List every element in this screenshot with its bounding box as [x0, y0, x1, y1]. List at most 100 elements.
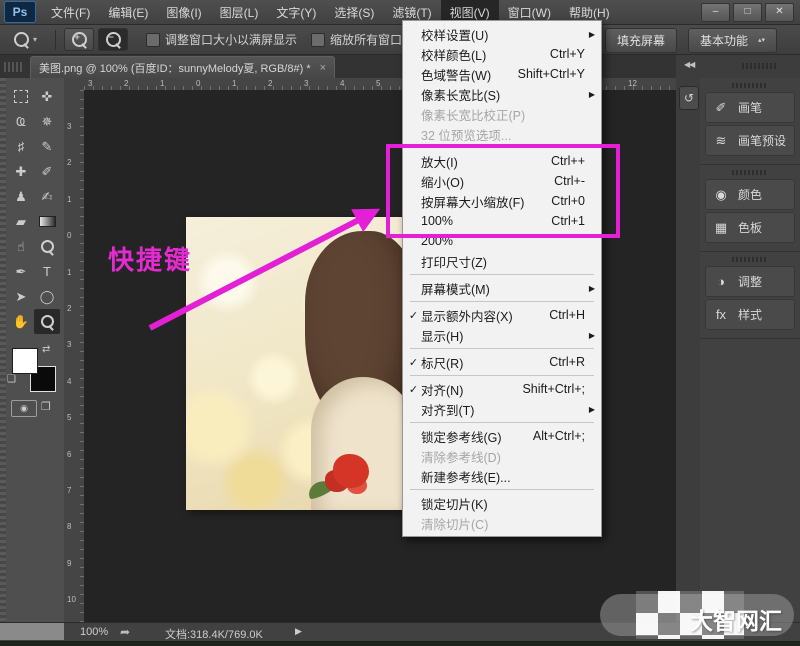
view-menu-item[interactable]: 打印尺寸(Z) — [403, 251, 601, 271]
zoom-out-button[interactable]: − — [98, 28, 128, 51]
healing-brush-button[interactable]: ✚ — [8, 159, 34, 184]
color-panel-button[interactable]: ◉颜色 — [705, 179, 795, 210]
clone-stamp-button[interactable]: ♟ — [8, 184, 34, 209]
hand-tool-button[interactable]: ✋ — [8, 309, 34, 334]
eyedropper-button[interactable]: ✎ — [34, 134, 60, 159]
smudge-button[interactable]: ☝ — [8, 234, 34, 259]
options-bar: ▾ + − 调整窗口大小以满屏显示缩放所有窗口✓ 填充屏幕 基本功能 ▴▾ — [0, 25, 800, 55]
screen-mode-button[interactable]: ❐ — [41, 400, 51, 413]
brush-presets-icon: ≋ — [713, 133, 729, 149]
move-tool-button[interactable]: ✜ — [34, 84, 60, 109]
collapse-panels-icon[interactable]: ◀◀ — [684, 60, 694, 69]
view-menu-item[interactable]: 锁定切片(K) — [403, 493, 601, 513]
view-menu-item[interactable]: ✓标尺(R)Ctrl+R — [403, 352, 601, 372]
magic-wand-button[interactable]: ✵ — [34, 109, 60, 134]
history-panel-icon[interactable]: ↺ — [679, 86, 699, 110]
crop-tool-icon: ♯ — [18, 139, 25, 154]
ellipse-button[interactable]: ◯ — [34, 284, 60, 309]
export-icon[interactable]: ➦ — [120, 625, 130, 639]
swap-colors-icon[interactable]: ⇄ — [42, 344, 50, 355]
menubar-item[interactable]: 图层(L) — [211, 0, 268, 25]
ruler-number: 2 — [67, 158, 71, 167]
ruler-number: 2 — [67, 304, 71, 313]
healing-brush-icon: ✚ — [16, 164, 27, 180]
panel-drag-handle[interactable] — [732, 83, 768, 88]
view-menu-item[interactable]: 屏幕模式(M) ▶ — [403, 278, 601, 298]
swatches-panel-button[interactable]: ▦色板 — [705, 212, 795, 243]
menu-item-label: 屏幕模式(M) — [421, 279, 579, 298]
rect-marquee-button[interactable] — [8, 84, 34, 109]
checkbox[interactable] — [311, 33, 325, 47]
checkmark-icon: ✓ — [406, 309, 421, 322]
zoom-tool-button[interactable] — [34, 309, 60, 334]
dodge-button[interactable] — [34, 234, 60, 259]
tab-close-icon[interactable]: × — [320, 62, 326, 74]
panel-drag-handle[interactable] — [732, 257, 768, 262]
collapsed-panel-strip: ↺ — [676, 78, 701, 622]
view-menu-item[interactable]: 校样设置(U)▶ — [403, 24, 601, 44]
foreground-color-swatch[interactable] — [12, 348, 38, 374]
minimize-button[interactable]: – — [701, 3, 730, 22]
adjustments-panel-button[interactable]: ◑调整 — [705, 266, 795, 297]
lasso-tool-icon: Ҩ — [16, 114, 26, 129]
menu-item-shortcut: Alt+Ctrl+; — [533, 429, 585, 443]
document-tab[interactable]: 美图.png @ 100% (百度ID：sunnyMelody夏, RGB/8#… — [30, 56, 335, 79]
zoom-level-field[interactable]: 100% — [80, 626, 108, 638]
view-menu-item[interactable]: 锁定参考线(G)Alt+Ctrl+; — [403, 426, 601, 446]
ruler-number: 0 — [67, 231, 71, 240]
submenu-arrow-icon: ▶ — [585, 405, 595, 414]
history-brush-button[interactable]: ✍ — [34, 184, 60, 209]
ellipse-icon: ◯ — [40, 289, 55, 305]
eraser-button[interactable]: ▰ — [8, 209, 34, 234]
panel-drag-handle[interactable] — [732, 170, 768, 175]
quick-mask-button[interactable]: ◉ — [11, 400, 37, 417]
chevron-down-icon: ▾ — [33, 35, 37, 44]
dock-grip[interactable] — [742, 63, 776, 69]
crop-tool-button[interactable]: ♯ — [8, 134, 34, 159]
submenu-arrow-icon: ▶ — [585, 30, 595, 39]
gradient-button[interactable] — [34, 209, 60, 234]
submenu-arrow-icon: ▶ — [585, 284, 595, 293]
pen-tool-button[interactable]: ✒ — [8, 259, 34, 284]
brush-presets-panel-button[interactable]: ≋画笔预设 — [705, 125, 795, 156]
styles-panel-button[interactable]: fx样式 — [705, 299, 795, 330]
ruler-number: 0 — [196, 79, 200, 88]
view-menu-item[interactable]: 像素长宽比(S)▶ — [403, 84, 601, 104]
ruler-number: 1 — [232, 79, 236, 88]
panel-group: ◉颜色▦色板 — [700, 165, 800, 252]
view-menu-item[interactable]: 显示(H)▶ — [403, 325, 601, 345]
menubar-item[interactable]: 选择(S) — [325, 0, 383, 25]
workspace-select[interactable]: 基本功能 ▴▾ — [688, 28, 777, 53]
view-menu-item[interactable]: 色域警告(W)Shift+Ctrl+Y — [403, 64, 601, 84]
menubar-item[interactable]: 编辑(E) — [99, 0, 157, 25]
menubar-item[interactable]: 文字(Y) — [267, 0, 325, 25]
submenu-arrow-icon: ▶ — [585, 331, 595, 340]
default-colors-icon[interactable]: ❏ — [7, 374, 16, 385]
maximize-button[interactable]: □ — [733, 3, 762, 22]
fill-screen-button[interactable]: 填充屏幕 — [605, 28, 677, 53]
status-menu-arrow-icon[interactable]: ▶ — [295, 626, 302, 637]
type-tool-icon: T — [43, 264, 51, 279]
zoom-in-button[interactable]: + — [64, 28, 94, 51]
panel-button-label: 颜色 — [738, 186, 762, 203]
ruler-number: 6 — [67, 450, 71, 459]
brush-panel-button[interactable]: ✐画笔 — [705, 92, 795, 123]
close-button[interactable]: ✕ — [765, 3, 794, 22]
toolbox-grip[interactable] — [0, 78, 6, 622]
brush-tool-button[interactable]: ✐ — [34, 159, 60, 184]
path-select-button[interactable]: ➤ — [8, 284, 34, 309]
view-menu-item[interactable]: 新建参考线(E)... — [403, 466, 601, 486]
view-menu-item[interactable]: ✓对齐(N)Shift+Ctrl+; — [403, 379, 601, 399]
menubar-item[interactable]: 文件(F) — [42, 0, 99, 25]
view-menu-item[interactable]: ✓显示额外内容(X)Ctrl+H — [403, 305, 601, 325]
ruler-number: 7 — [67, 486, 71, 495]
menubar-item[interactable]: 图像(I) — [157, 0, 210, 25]
lasso-tool-button[interactable]: Ҩ — [8, 109, 34, 134]
type-tool-button[interactable]: T — [34, 259, 60, 284]
zoom-tool-chip[interactable]: ▾ — [14, 32, 37, 47]
checkbox[interactable] — [146, 33, 160, 47]
checkbox-group: 调整窗口大小以满屏显示 — [146, 31, 297, 48]
view-menu-item[interactable]: 校样颜色(L)Ctrl+Y — [403, 44, 601, 64]
fx-icon: fx — [713, 307, 729, 322]
view-menu-item[interactable]: 对齐到(T)▶ — [403, 399, 601, 419]
